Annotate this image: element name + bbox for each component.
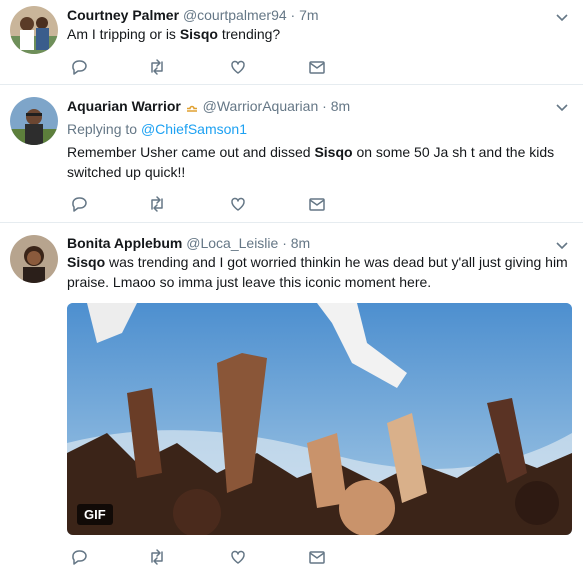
libra-sign-icon [186,105,197,112]
reply-prefix: Replying to [67,121,141,137]
display-name[interactable]: Aquarian Warrior [67,98,181,114]
timestamp[interactable]: 8m [291,235,310,251]
retweet-button[interactable] [147,194,167,214]
envelope-icon [309,551,325,564]
avatar[interactable] [10,97,58,145]
heart-icon [231,550,245,564]
timestamp[interactable]: 8m [331,98,350,114]
tweet-text-part: was trending and I got worried thinkin h… [67,254,568,290]
separator-dot: · [282,235,287,251]
tweet-header: Bonita Applebum @Loca_Leislie · 8m [67,234,543,252]
retweet-button[interactable] [147,547,167,567]
reply-target-link[interactable]: @ChiefSamson1 [141,121,247,137]
like-button[interactable] [228,547,248,567]
heart-icon [231,60,245,74]
retweet-icon [151,59,163,75]
highlighted-keyword: Sisqo [67,254,106,270]
user-handle[interactable]: @Loca_Leislie [186,235,278,251]
display-name[interactable]: Bonita Applebum [67,235,182,251]
tweet-1[interactable]: Courtney Palmer @courtpalmer94 · 7m Am I… [0,0,583,85]
tweet-2[interactable]: Aquarian Warrior @WarriorAquarian · 8m R… [0,85,583,223]
message-button[interactable] [307,194,327,214]
tweet-text-part: trending? [217,26,281,42]
envelope-icon [309,61,325,74]
tweet-text-part: Remember Usher came out and dissed [67,144,315,160]
chevron-down-icon[interactable] [555,10,569,24]
tweet-actions [67,547,347,567]
tweet-text: Am I tripping or is Sisqo trending? [67,24,571,44]
tweet-text: Sisqo was trending and I got worried thi… [67,252,571,292]
retweet-button[interactable] [147,57,167,77]
highlighted-keyword: Sisqo [314,144,353,160]
chevron-down-icon[interactable] [555,238,569,252]
like-button[interactable] [228,57,248,77]
tweet-text: Remember Usher came out and dissed Sisqo… [67,142,571,182]
reply-button[interactable] [69,547,89,567]
envelope-icon [309,198,325,211]
retweet-icon [151,196,163,212]
separator-dot: · [290,7,296,23]
tweet-actions [67,194,347,214]
gif-badge: GIF [77,504,113,525]
reply-button[interactable] [69,57,89,77]
message-button[interactable] [307,57,327,77]
avatar[interactable] [10,6,58,54]
avatar[interactable] [10,235,58,283]
gif-preview-image [67,303,572,535]
chevron-down-icon[interactable] [555,100,569,114]
like-button[interactable] [228,194,248,214]
tweet-header: Aquarian Warrior @WarriorAquarian · 8m [67,97,543,115]
user-handle[interactable]: @WarriorAquarian [203,98,319,114]
reply-button[interactable] [69,194,89,214]
heart-icon [231,197,245,211]
reply-icon [72,60,87,75]
display-name[interactable]: Courtney Palmer [67,7,179,23]
tweet-header: Courtney Palmer @courtpalmer94 · 7m [67,6,543,24]
reply-icon [72,550,87,565]
message-button[interactable] [307,547,327,567]
user-handle[interactable]: @courtpalmer94 [183,7,287,23]
separator-dot: · [322,98,327,114]
reply-icon [72,197,87,212]
highlighted-keyword: Sisqo [179,26,218,42]
timestamp[interactable]: 7m [299,7,318,23]
gif-media[interactable]: GIF [67,303,572,535]
reply-context: Replying to @ChiefSamson1 [67,120,247,138]
retweet-icon [151,549,163,565]
tweet-text-part: Am I tripping or is [67,26,180,42]
tweet-actions [67,57,347,77]
